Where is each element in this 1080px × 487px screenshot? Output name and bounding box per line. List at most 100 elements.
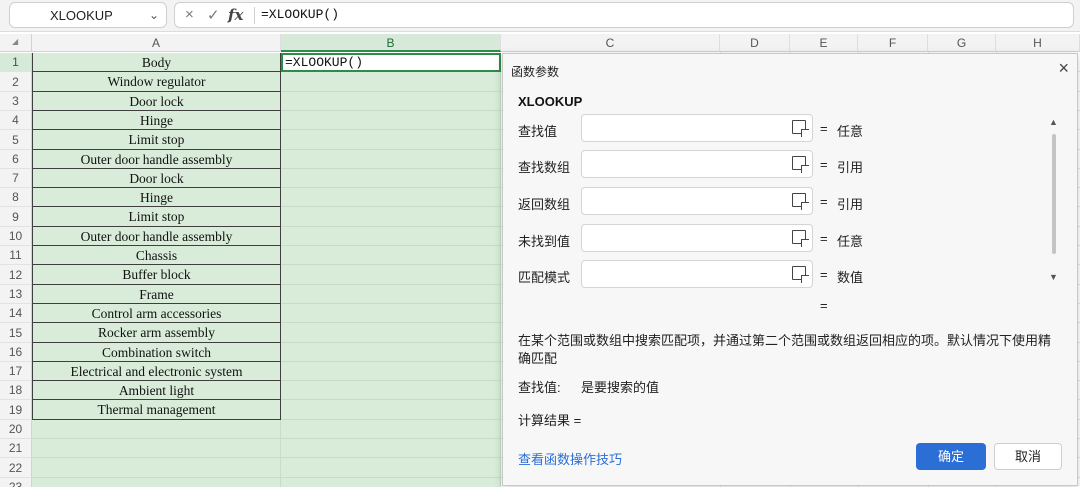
name-box[interactable]: XLOOKUP ⌄ [9, 2, 167, 28]
cell-a[interactable] [32, 439, 281, 458]
cell-a[interactable]: Door lock [32, 169, 281, 188]
row-header[interactable]: 12 [0, 265, 32, 285]
range-picker-icon[interactable] [792, 230, 806, 244]
scrollbar-thumb[interactable] [1052, 134, 1056, 254]
cell-b[interactable] [281, 265, 501, 285]
cell-b[interactable] [281, 400, 501, 420]
formula-input-wrap[interactable]: × ✓ fx =XLOOKUP() [174, 2, 1074, 28]
cell-a[interactable]: Combination switch [32, 343, 281, 362]
cell-b[interactable] [281, 246, 501, 265]
cell-a[interactable]: Limit stop [32, 207, 281, 227]
range-picker-icon[interactable] [792, 266, 806, 280]
cell-a[interactable]: Ambient light [32, 381, 281, 400]
insert-function-icon[interactable]: fx [228, 6, 243, 24]
range-picker-icon[interactable] [792, 193, 806, 207]
row-header[interactable]: 4 [0, 111, 32, 130]
cell-a[interactable]: Hinge [32, 111, 281, 130]
cell-a[interactable]: Outer door handle assembly [32, 227, 281, 246]
row-header[interactable]: 6 [0, 150, 32, 169]
column-header-h[interactable]: H [996, 34, 1080, 52]
row-header[interactable]: 3 [0, 92, 32, 111]
range-picker-icon[interactable] [792, 156, 806, 170]
arg-input-match-mode[interactable] [581, 260, 813, 288]
cell-b[interactable] [281, 478, 501, 487]
cell-a[interactable]: Electrical and electronic system [32, 362, 281, 381]
cell-a[interactable]: Buffer block [32, 265, 281, 285]
close-icon[interactable]: × [1058, 58, 1069, 79]
cell-b[interactable] [281, 458, 501, 478]
row-header[interactable]: 5 [0, 130, 32, 150]
cell-b[interactable] [281, 381, 501, 400]
row-header[interactable]: 1 [0, 53, 32, 72]
chevron-down-icon[interactable]: ⌄ [149, 8, 159, 22]
confirm-formula-icon[interactable]: ✓ [207, 6, 220, 24]
cell-a[interactable]: Limit stop [32, 130, 281, 150]
help-link[interactable]: 查看函数操作技巧 [518, 449, 622, 468]
cell-a[interactable]: Rocker arm assembly [32, 323, 281, 343]
cell-a[interactable]: Control arm accessories [32, 304, 281, 323]
scroll-down-icon[interactable]: ▼ [1049, 272, 1058, 282]
row-header[interactable]: 18 [0, 381, 32, 400]
arg-input-lookup-value[interactable] [581, 114, 813, 142]
cell-a[interactable]: Door lock [32, 92, 281, 111]
row-header[interactable]: 17 [0, 362, 32, 381]
cell-b[interactable] [281, 150, 501, 169]
active-cell-b1[interactable]: =XLOOKUP() [281, 53, 501, 72]
cell-b[interactable] [281, 439, 501, 458]
cell-a[interactable]: Body [32, 53, 281, 72]
row-header[interactable]: 2 [0, 72, 32, 92]
column-header-f[interactable]: F [858, 34, 928, 52]
cell-b[interactable] [281, 111, 501, 130]
cell-b[interactable] [281, 362, 501, 381]
cell-b[interactable] [281, 130, 501, 150]
cell-a[interactable]: Window regulator [32, 72, 281, 92]
row-header[interactable]: 11 [0, 246, 32, 265]
row-header[interactable]: 23 [0, 478, 32, 487]
cell-b[interactable] [281, 92, 501, 111]
cell-b[interactable] [281, 304, 501, 323]
cell-a[interactable]: Outer door handle assembly [32, 150, 281, 169]
row-header[interactable]: 10 [0, 227, 32, 246]
cell-b[interactable] [281, 72, 501, 92]
arg-input-lookup-array[interactable] [581, 150, 813, 178]
cell-b[interactable] [281, 188, 501, 207]
row-header[interactable]: 13 [0, 285, 32, 304]
row-header[interactable]: 14 [0, 304, 32, 323]
column-header-g[interactable]: G [928, 34, 996, 52]
select-all-corner[interactable]: ◢ [0, 34, 32, 52]
cancel-formula-icon[interactable]: × [185, 6, 194, 23]
cell-a[interactable]: Chassis [32, 246, 281, 265]
arg-input-return-array[interactable] [581, 187, 813, 215]
row-header[interactable]: 16 [0, 343, 32, 362]
cell-b[interactable] [281, 207, 501, 227]
ok-button[interactable]: 确定 [916, 443, 986, 470]
cell-b[interactable] [281, 420, 501, 439]
row-header[interactable]: 9 [0, 207, 32, 227]
row-header[interactable]: 21 [0, 439, 32, 458]
row-header[interactable]: 15 [0, 323, 32, 343]
row-header[interactable]: 22 [0, 458, 32, 478]
cancel-button[interactable]: 取消 [994, 443, 1062, 470]
arg-input-if-not-found[interactable] [581, 224, 813, 252]
cell-b[interactable] [281, 323, 501, 343]
column-header-c[interactable]: C [501, 34, 720, 52]
column-header-d[interactable]: D [720, 34, 790, 52]
formula-input[interactable]: =XLOOKUP() [261, 7, 339, 22]
cell-a[interactable] [32, 420, 281, 439]
row-header[interactable]: 7 [0, 169, 32, 188]
cell-a[interactable] [32, 458, 281, 478]
row-header[interactable]: 20 [0, 420, 32, 439]
cell-b[interactable] [281, 227, 501, 246]
cell-b[interactable] [281, 169, 501, 188]
cell-a[interactable]: Frame [32, 285, 281, 304]
column-header-a[interactable]: A [32, 34, 281, 52]
cell-a[interactable]: Thermal management [32, 400, 281, 420]
cell-b[interactable] [281, 343, 501, 362]
column-header-e[interactable]: E [790, 34, 858, 52]
range-picker-icon[interactable] [792, 120, 806, 134]
cell-a[interactable] [32, 478, 281, 487]
column-header-b[interactable]: B [281, 34, 501, 52]
row-header[interactable]: 8 [0, 188, 32, 207]
cell-a[interactable]: Hinge [32, 188, 281, 207]
scroll-up-icon[interactable]: ▲ [1049, 117, 1058, 127]
